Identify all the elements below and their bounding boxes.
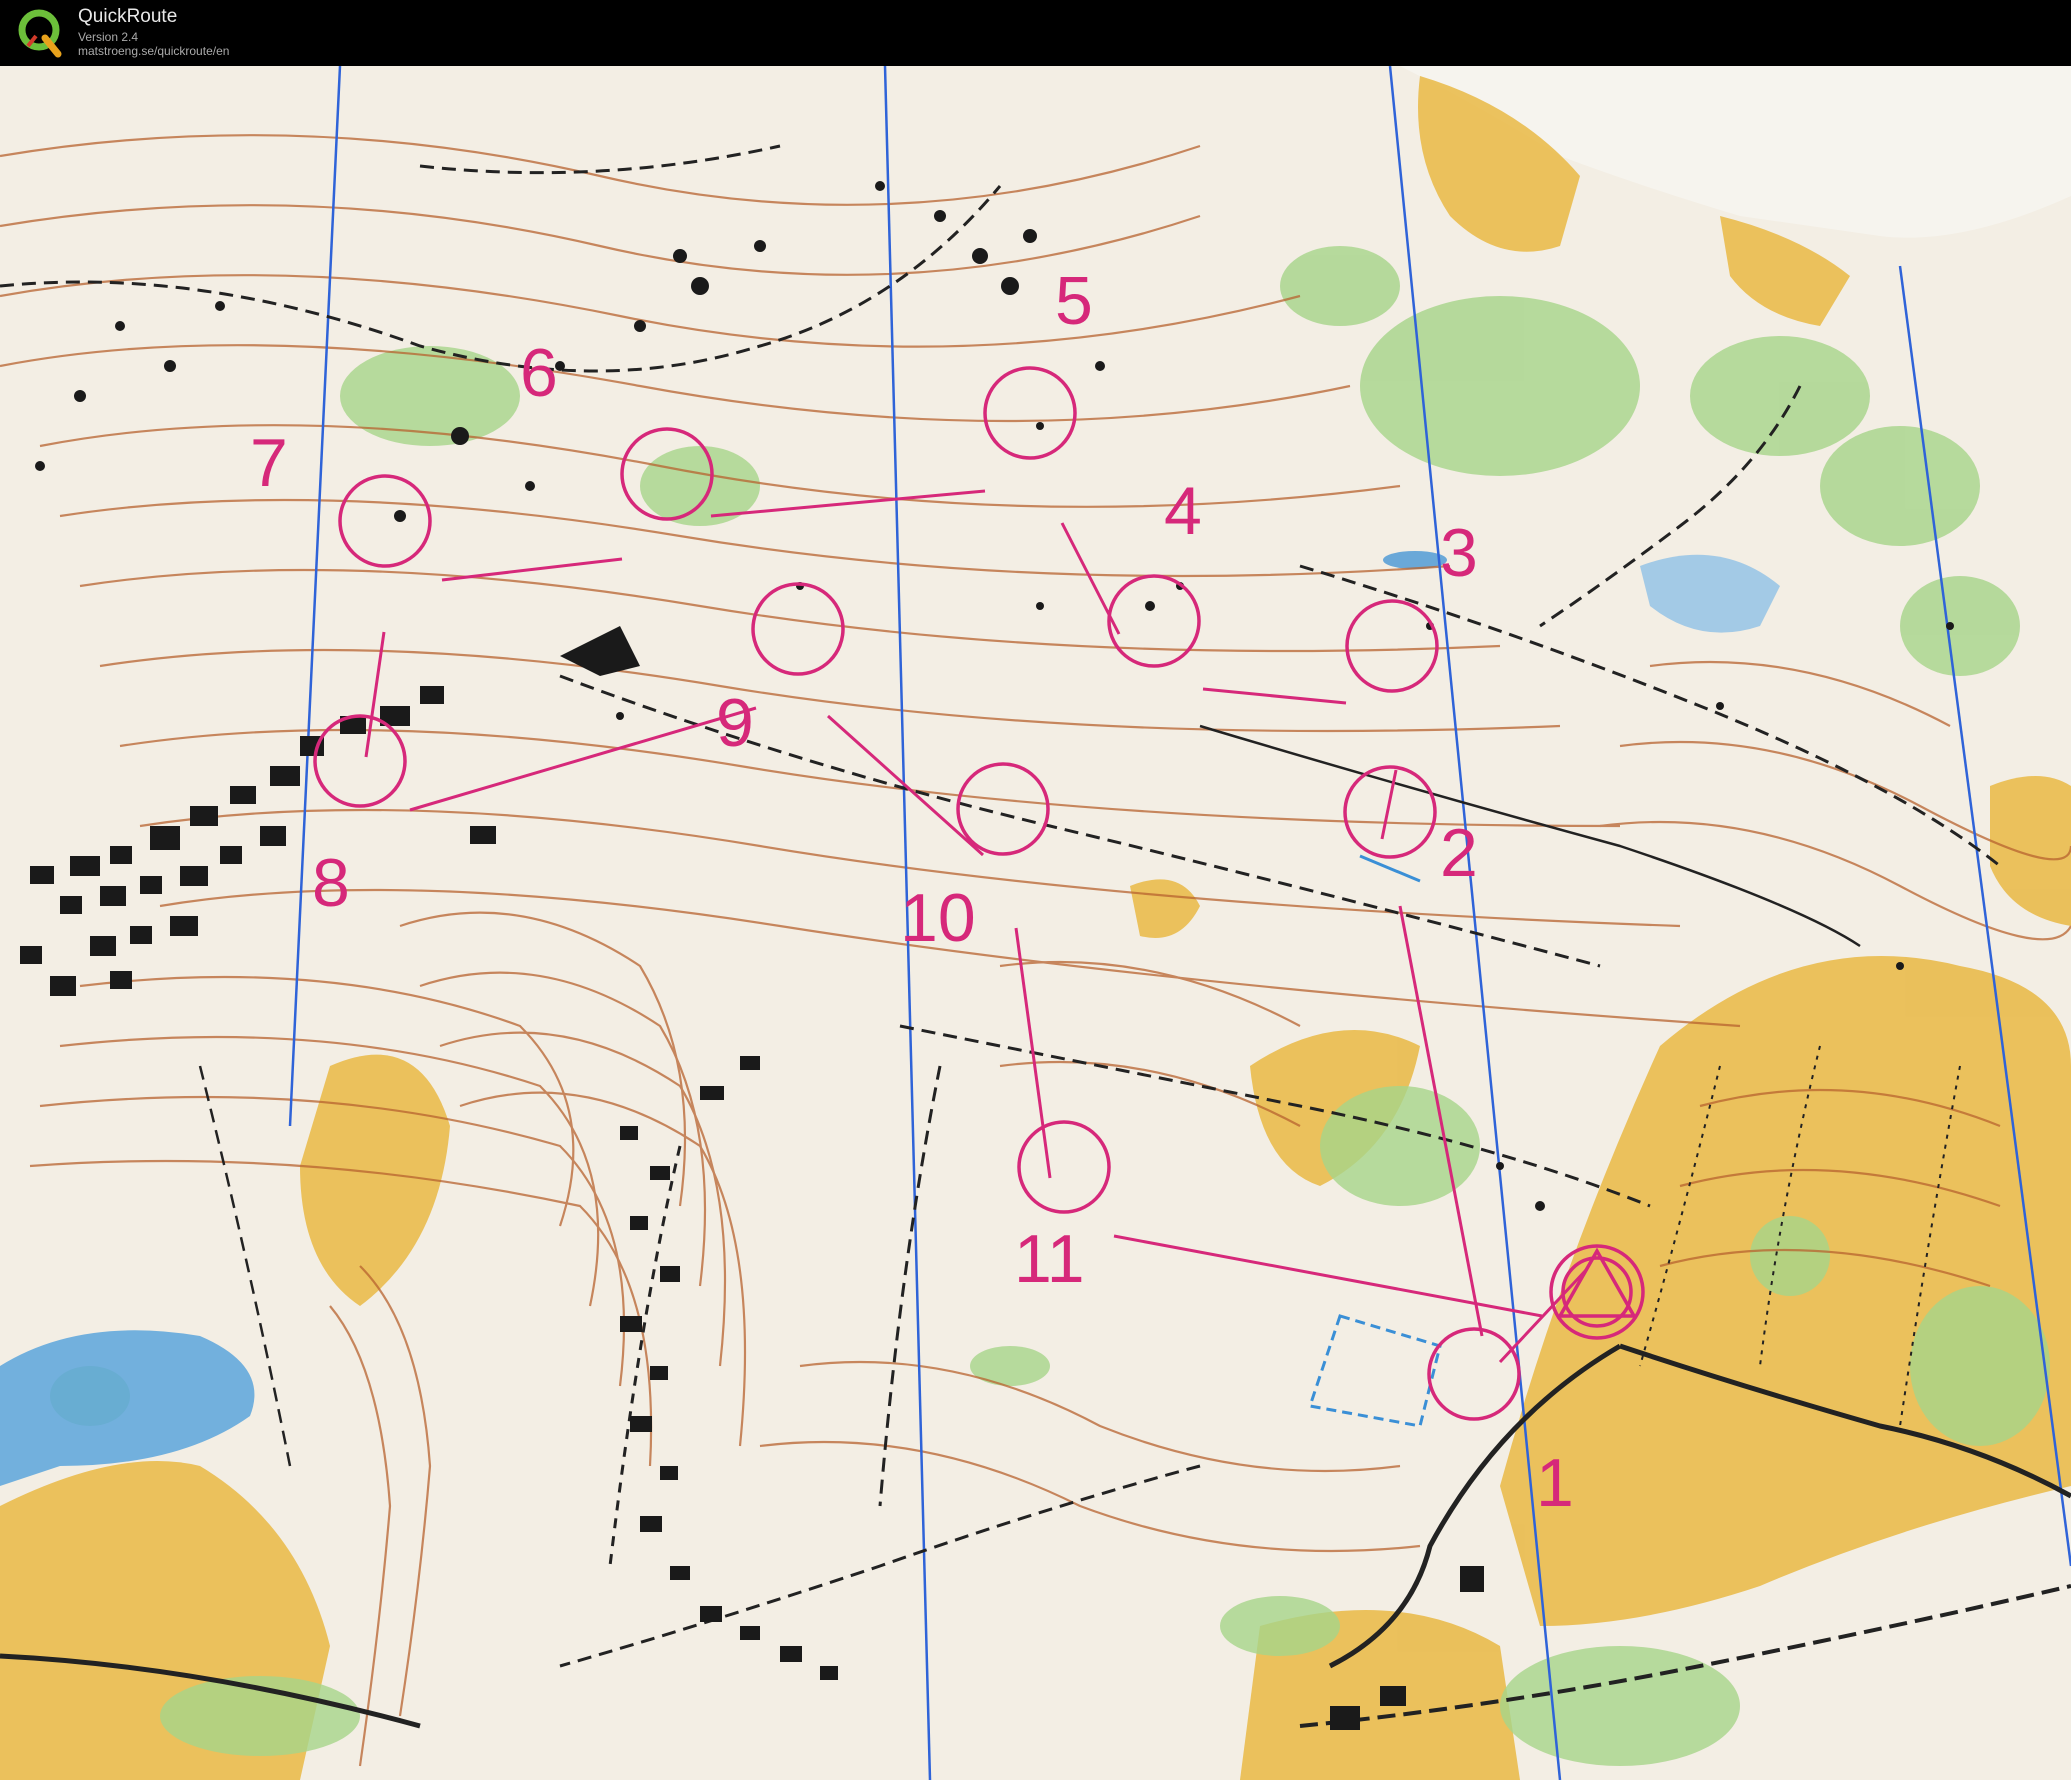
control-number-6: 6 bbox=[520, 335, 558, 411]
control-number-5: 5 bbox=[1055, 263, 1093, 339]
control-number-7: 7 bbox=[250, 425, 288, 501]
control-number-3: 3 bbox=[1440, 515, 1478, 591]
control-number-4: 4 bbox=[1164, 473, 1202, 549]
control-number-11: 11 bbox=[1014, 1221, 1085, 1297]
control-number-8: 8 bbox=[312, 845, 350, 921]
app-titlebar: QuickRoute Version 2.4 matstroeng.se/qui… bbox=[0, 0, 2071, 66]
app-name: QuickRoute bbox=[78, 6, 178, 27]
app-url[interactable]: matstroeng.se/quickroute/en bbox=[78, 44, 229, 58]
map-canvas: 1 2 3 4 5 6 7 8 9 10 11 bbox=[0, 66, 2071, 1780]
control-number-1: 1 bbox=[1536, 1445, 1574, 1521]
control-number-9: 9 bbox=[716, 685, 754, 761]
control-number-10: 10 bbox=[900, 880, 976, 956]
quickroute-logo-icon bbox=[18, 9, 62, 58]
control-number-2: 2 bbox=[1440, 815, 1478, 891]
app-version: Version 2.4 bbox=[78, 30, 139, 44]
orienteering-map[interactable]: 1 2 3 4 5 6 7 8 9 10 11 bbox=[0, 66, 2071, 1780]
